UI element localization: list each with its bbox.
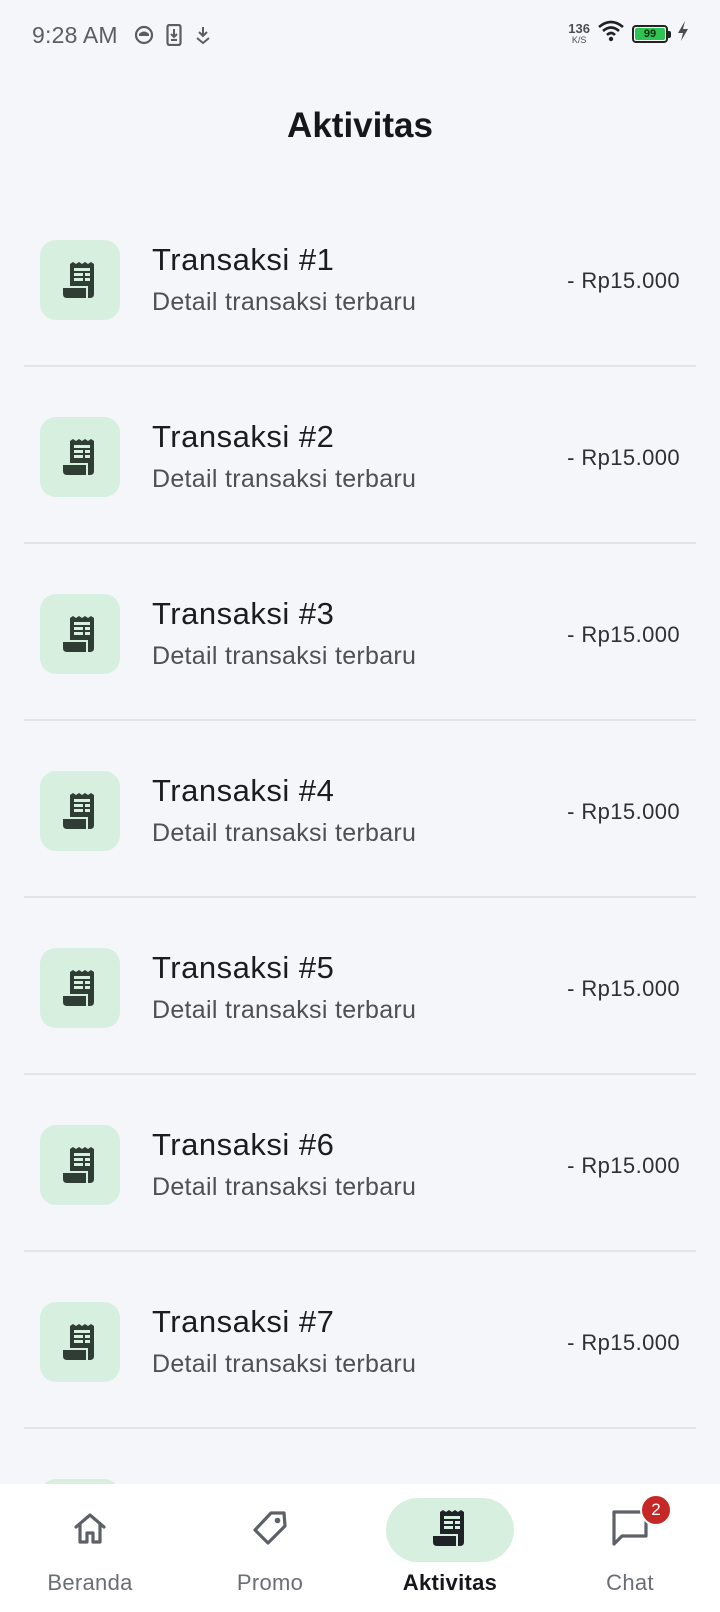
receipt-icon — [40, 1125, 120, 1205]
transaction-row[interactable]: Transaksi #2 Detail transaksi terbaru - Rp… — [24, 367, 696, 544]
transaction-list[interactable]: Transaksi #1 Detail transaksi terbaru - Rp… — [24, 190, 696, 1484]
receipt-icon — [40, 240, 120, 320]
receipt-icon — [40, 594, 120, 674]
receipt-icon — [40, 771, 120, 851]
status-notification-icons — [134, 24, 212, 46]
transaction-subtitle: Detail transaksi terbaru — [152, 1173, 417, 1201]
transaction-amount: - Rp15.000 — [567, 1153, 680, 1178]
network-speed-unit: K/S — [571, 35, 587, 45]
bottom-navigation: Beranda Promo Aktivitas 2 Chat — [0, 1484, 720, 1612]
receipt-icon — [430, 1508, 470, 1553]
status-time: 9:28 AM — [32, 22, 118, 48]
receipt-icon — [40, 1302, 120, 1382]
tag-icon — [250, 1508, 290, 1553]
transaction-row[interactable]: Transaksi #7 Detail transaksi terbaru - Rp… — [24, 1252, 696, 1429]
nav-pill-chat — [566, 1498, 694, 1562]
chat-badge: 2 — [640, 1494, 672, 1526]
transaction-title: Transaksi #4 — [152, 773, 335, 808]
nav-label-chat: Chat — [606, 1570, 654, 1595]
battery-level: 99 — [635, 27, 665, 40]
nav-item-beranda[interactable]: Beranda — [0, 1484, 180, 1612]
download-arrow-icon — [194, 25, 212, 45]
transaction-row[interactable]: Transaksi #8Detail transaksi terbaru- Rp… — [24, 1429, 696, 1484]
transaction-amount: - Rp15.000 — [567, 622, 680, 647]
home-icon — [70, 1508, 110, 1553]
transaction-title: Transaksi #2 — [152, 419, 335, 454]
transaction-title: Transaksi #3 — [152, 596, 335, 631]
charging-icon — [676, 20, 690, 47]
transaction-row[interactable]: Transaksi #5 Detail transaksi terbaru - Rp… — [24, 898, 696, 1075]
battery-indicator: 99 — [632, 24, 671, 43]
transaction-title: Transaksi #7 — [152, 1304, 335, 1339]
transaction-amount: - Rp15.000 — [567, 799, 680, 824]
nav-pill-beranda — [26, 1498, 154, 1562]
transaction-subtitle: Detail transaksi terbaru — [152, 996, 417, 1024]
transaction-subtitle: Detail transaksi terbaru — [152, 465, 417, 493]
transaction-row[interactable]: Transaksi #3 Detail transaksi terbaru - Rp… — [24, 544, 696, 721]
nav-label-promo: Promo — [236, 1570, 304, 1595]
status-bar: 9:28 AM 136 K/S 99 — [0, 0, 720, 72]
status-system-icons: 136 K/S 99 — [568, 20, 690, 47]
nav-item-chat[interactable]: 2 Chat — [540, 1484, 720, 1612]
transaction-amount: - Rp15.000 — [567, 445, 680, 470]
page-title: Aktivitas — [287, 106, 433, 145]
transaction-subtitle: Detail transaksi terbaru — [152, 642, 417, 670]
wifi-icon — [598, 20, 624, 47]
receipt-icon — [40, 948, 120, 1028]
transaction-title: Transaksi #5 — [152, 950, 335, 985]
transaction-subtitle: Detail transaksi terbaru — [152, 1350, 417, 1378]
transaction-subtitle: Detail transaksi terbaru — [152, 819, 417, 847]
transaction-amount: - Rp15.000 — [567, 976, 680, 1001]
transaction-subtitle: Detail transaksi terbaru — [152, 288, 417, 316]
transaction-row[interactable]: Transaksi #4 Detail transaksi terbaru - Rp… — [24, 721, 696, 898]
transaction-amount: - Rp15.000 — [567, 268, 680, 293]
nav-pill-aktivitas — [386, 1498, 514, 1562]
nav-label-beranda: Beranda — [47, 1570, 133, 1595]
app-notification-icon — [134, 25, 154, 45]
nav-item-promo[interactable]: Promo — [180, 1484, 360, 1612]
network-speed: 136 K/S — [568, 22, 590, 45]
transaction-title: Transaksi #6 — [152, 1127, 335, 1162]
receipt-icon — [40, 417, 120, 497]
nav-item-aktivitas[interactable]: Aktivitas — [360, 1484, 540, 1612]
transaction-amount: - Rp15.000 — [567, 1330, 680, 1355]
network-speed-value: 136 — [568, 21, 590, 36]
transaction-title: Transaksi #1 — [152, 242, 335, 277]
nav-label-aktivitas: Aktivitas — [402, 1570, 498, 1595]
transaction-row[interactable]: Transaksi #6 Detail transaksi terbaru - Rp… — [24, 1075, 696, 1252]
transaction-row[interactable]: Transaksi #1 Detail transaksi terbaru - Rp… — [24, 190, 696, 367]
download-phone-icon — [166, 24, 182, 46]
nav-pill-promo — [206, 1498, 334, 1562]
